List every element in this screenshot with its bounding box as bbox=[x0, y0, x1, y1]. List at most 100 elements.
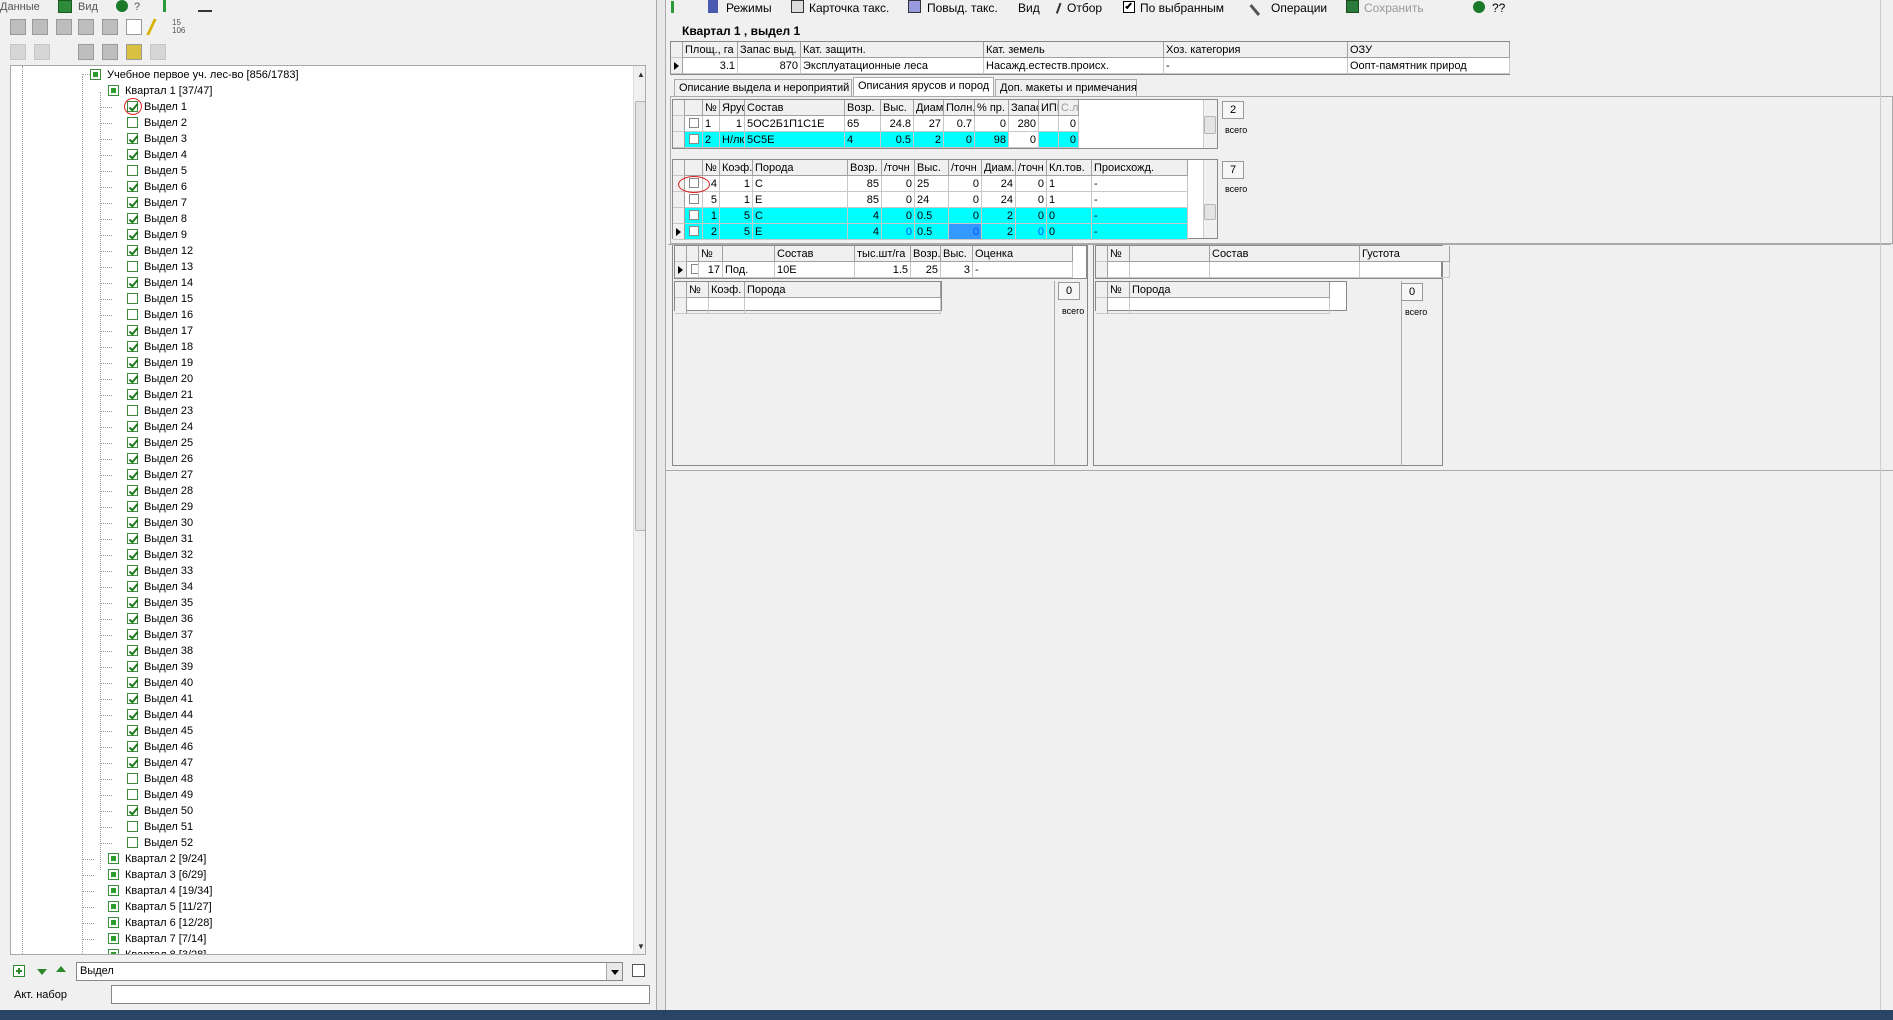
tree-item-vydel[interactable]: Выдел 6 bbox=[127, 179, 187, 195]
scroll-up-icon[interactable]: ▲ bbox=[637, 70, 645, 79]
tree-item-vydel[interactable]: Выдел 8 bbox=[127, 211, 187, 227]
column-header[interactable]: Запас выд. bbox=[738, 42, 801, 58]
table-cell[interactable]: 0 bbox=[1009, 132, 1039, 148]
checkbox-icon[interactable] bbox=[127, 516, 138, 528]
toolbar-button-3[interactable] bbox=[56, 19, 72, 35]
column-header[interactable]: Выс. bbox=[915, 160, 949, 176]
copy-icon[interactable] bbox=[632, 964, 645, 977]
table-cell[interactable] bbox=[709, 298, 745, 314]
row-indicator[interactable] bbox=[671, 58, 683, 74]
checkbox-icon[interactable] bbox=[108, 916, 119, 928]
table-cell[interactable]: 0.5 bbox=[915, 208, 949, 224]
column-header[interactable]: ИПП bbox=[1039, 100, 1059, 116]
back-icon[interactable] bbox=[671, 1, 681, 13]
table-cell[interactable]: Насажд.естеств.происх. bbox=[984, 58, 1164, 74]
arrow-up-icon[interactable] bbox=[56, 966, 66, 972]
tree-item-vydel[interactable]: Выдел 16 bbox=[127, 307, 193, 323]
table-cell[interactable] bbox=[685, 132, 703, 148]
table-cell[interactable]: 1 bbox=[720, 176, 753, 192]
checkbox-icon[interactable] bbox=[127, 452, 138, 464]
tree-item-vydel[interactable]: Выдел 34 bbox=[127, 579, 193, 595]
table-cell[interactable]: 85 bbox=[848, 176, 882, 192]
column-header[interactable]: Кат. земель bbox=[984, 42, 1164, 58]
table-cell[interactable]: 870 bbox=[738, 58, 801, 74]
row-indicator[interactable] bbox=[1096, 262, 1108, 278]
table-cell[interactable] bbox=[745, 298, 941, 314]
column-header[interactable]: Возр. bbox=[848, 160, 882, 176]
tree-item-vydel[interactable]: Выдел 12 bbox=[127, 243, 193, 259]
checkbox-icon[interactable] bbox=[127, 308, 138, 320]
table-cell[interactable] bbox=[1039, 116, 1059, 132]
column-header[interactable]: Выс. bbox=[881, 100, 914, 116]
column-header[interactable]: Возр. bbox=[845, 100, 881, 116]
column-header[interactable]: Состав bbox=[1210, 246, 1360, 262]
table-cell[interactable] bbox=[1130, 262, 1210, 278]
minimize-icon[interactable] bbox=[198, 0, 212, 12]
checkbox-icon[interactable] bbox=[127, 644, 138, 656]
column-header[interactable]: Диам. bbox=[982, 160, 1016, 176]
table-cell[interactable]: 0.5 bbox=[915, 224, 949, 240]
tree-item-vydel[interactable]: Выдел 13 bbox=[127, 259, 193, 275]
tree-item-vydel[interactable]: Выдел 23 bbox=[127, 403, 193, 419]
checkbox-icon[interactable] bbox=[127, 500, 138, 512]
species-table[interactable]: № Коэф. Порода Возр./точн Выс./точн Диам./точ… bbox=[672, 159, 1218, 240]
column-header[interactable] bbox=[685, 160, 703, 176]
tree-item-vydel[interactable]: Выдел 30 bbox=[127, 515, 193, 531]
column-header[interactable]: Густота bbox=[1360, 246, 1450, 262]
column-header[interactable] bbox=[1130, 246, 1210, 262]
table-cell[interactable]: Е bbox=[753, 224, 848, 240]
table-cell[interactable]: 5 bbox=[720, 208, 753, 224]
table-cell[interactable]: 0 bbox=[1059, 116, 1079, 132]
table-cell[interactable]: 0 bbox=[1016, 208, 1047, 224]
checkbox-icon[interactable] bbox=[127, 292, 138, 304]
checkbox-icon[interactable] bbox=[108, 868, 119, 880]
column-header[interactable]: % пр. bbox=[975, 100, 1009, 116]
help-button[interactable]: ?? bbox=[1492, 1, 1505, 15]
column-header[interactable]: Возр. bbox=[911, 246, 941, 262]
toolbar-button-5[interactable] bbox=[102, 19, 118, 35]
table-cell[interactable]: 3.1 bbox=[683, 58, 738, 74]
checkbox-icon[interactable] bbox=[108, 948, 119, 954]
checkbox-icon[interactable] bbox=[689, 194, 699, 204]
tree-item-vydel[interactable]: Выдел 5 bbox=[127, 163, 187, 179]
row-indicator[interactable] bbox=[1096, 298, 1108, 314]
table-cell[interactable]: 1 bbox=[1047, 192, 1092, 208]
menu-data[interactable]: Данные bbox=[0, 1, 40, 13]
toolbar-button-7[interactable] bbox=[34, 44, 50, 60]
column-header[interactable]: Кат. защитн. bbox=[801, 42, 984, 58]
edit-icon[interactable] bbox=[126, 44, 142, 60]
table-cell[interactable]: 1 bbox=[703, 208, 720, 224]
column-header[interactable]: № bbox=[687, 282, 709, 298]
toolbar-button-2[interactable] bbox=[32, 19, 48, 35]
tree-quarter[interactable]: Квартал 6 [12/28] bbox=[108, 915, 212, 931]
column-header[interactable]: /точн bbox=[949, 160, 982, 176]
table-cell[interactable]: 1 bbox=[720, 192, 753, 208]
table-cell[interactable] bbox=[1130, 298, 1330, 314]
table-cell[interactable]: 24 bbox=[982, 192, 1016, 208]
toolbar-button-8[interactable] bbox=[78, 44, 94, 60]
tree-item-vydel[interactable]: Выдел 46 bbox=[127, 739, 193, 755]
sub-species-table[interactable]: № Коэф. Порода bbox=[674, 281, 942, 314]
checkbox-icon[interactable] bbox=[127, 180, 138, 192]
table-cell[interactable]: 0 bbox=[1059, 132, 1079, 148]
chevron-down-icon[interactable] bbox=[606, 963, 622, 980]
comp-count-button[interactable]: 0 bbox=[1401, 283, 1423, 301]
menu-help[interactable]: ? bbox=[134, 1, 140, 13]
tree-quarter[interactable]: Квартал 4 [19/34] bbox=[108, 883, 212, 899]
table-cell[interactable]: 5С5Е bbox=[745, 132, 845, 148]
tree-item-vydel[interactable]: Выдел 52 bbox=[127, 835, 193, 851]
checkbox-icon[interactable] bbox=[108, 884, 119, 896]
column-header[interactable]: Порода bbox=[745, 282, 941, 298]
row-indicator[interactable] bbox=[673, 132, 685, 148]
column-header[interactable]: Ярус bbox=[720, 100, 745, 116]
table-cell[interactable]: 0 bbox=[1016, 192, 1047, 208]
composition-sub-table[interactable]: № Порода bbox=[1095, 281, 1347, 314]
table-cell[interactable]: 4 bbox=[848, 224, 882, 240]
column-header[interactable] bbox=[723, 246, 775, 262]
table-cell[interactable]: 0 bbox=[949, 224, 982, 240]
column-header[interactable]: Оценка bbox=[973, 246, 1073, 262]
checkbox-icon[interactable] bbox=[108, 900, 119, 912]
checkbox-icon[interactable] bbox=[127, 564, 138, 576]
column-header[interactable]: Хоз. категория bbox=[1164, 42, 1348, 58]
table-cell[interactable] bbox=[1360, 262, 1450, 278]
